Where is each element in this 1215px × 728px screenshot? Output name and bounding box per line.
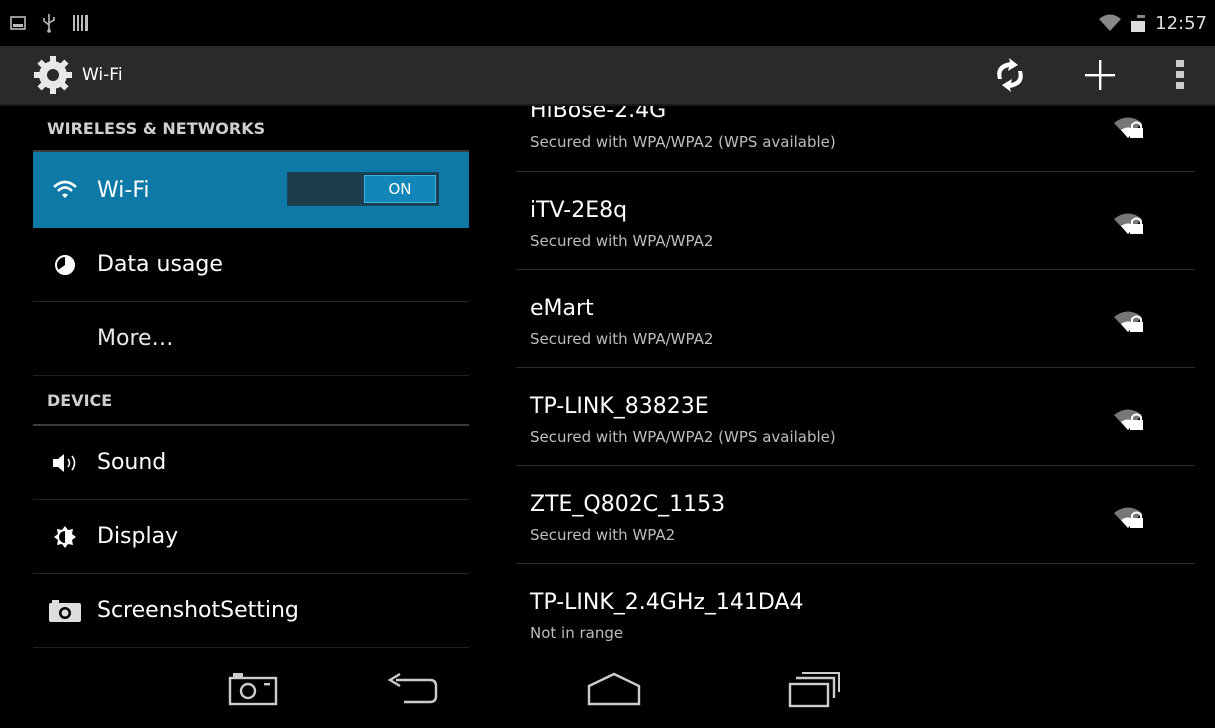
network-item[interactable]: ZTE_Q802C_1153 Secured with WPA2 — [516, 466, 1195, 564]
barcode-icon — [73, 15, 88, 31]
add-icon — [1085, 60, 1115, 90]
network-ssid: TP-LINK_83823E — [530, 394, 709, 419]
network-status: Secured with WPA/WPA2 (WPS available) — [530, 428, 836, 446]
sidebar-item-label: Display — [97, 524, 179, 549]
wifi-toggle[interactable]: ON — [287, 172, 439, 206]
network-item[interactable]: eMart Secured with WPA/WPA2 — [516, 270, 1195, 368]
network-ssid: ZTE_Q802C_1153 — [530, 492, 726, 517]
wifi-lock-icon — [1114, 213, 1143, 234]
battery-icon — [1131, 15, 1146, 32]
network-item[interactable]: HiBose-2.4G Secured with WPA/WPA2 (WPS a… — [516, 106, 1195, 172]
wps-button[interactable] — [965, 45, 1055, 105]
sidebar-item-label: More… — [97, 326, 174, 351]
back-icon — [387, 672, 438, 704]
settings-gear-icon[interactable] — [30, 52, 76, 98]
clock: 12:57 — [1155, 12, 1207, 34]
screenshot-notification-icon — [10, 16, 26, 30]
network-status: Secured with WPA/WPA2 (WPS available) — [530, 133, 836, 151]
status-bar: 12:57 — [0, 0, 1215, 46]
wifi-lock-icon — [1114, 117, 1143, 138]
sidebar-item-sound[interactable]: Sound — [33, 426, 469, 500]
wifi-network-list: HiBose-2.4G Secured with WPA/WPA2 (WPS a… — [516, 106, 1195, 654]
network-ssid: HiBose-2.4G — [530, 106, 667, 123]
wifi-lock-icon — [1114, 409, 1143, 430]
page-title: Wi-Fi — [82, 65, 123, 85]
overflow-menu-button[interactable] — [1145, 45, 1215, 105]
brightness-icon — [54, 525, 76, 548]
section-header-wireless: WIRELESS & NETWORKS — [33, 106, 469, 152]
network-item[interactable]: TP-LINK_2.4GHz_141DA4 Not in range — [516, 564, 1195, 654]
network-status: Not in range — [530, 624, 624, 642]
network-status: Secured with WPA2 — [530, 526, 676, 544]
home-button[interactable] — [585, 672, 643, 710]
wifi-signal-icon — [1099, 14, 1122, 31]
action-bar: Wi-Fi — [0, 46, 1215, 106]
network-ssid: TP-LINK_2.4GHz_141DA4 — [530, 590, 804, 615]
sidebar-item-more[interactable]: More… — [33, 302, 469, 376]
sidebar-item-label: ScreenshotSetting — [97, 598, 299, 623]
speaker-icon — [53, 453, 76, 472]
wps-icon — [997, 58, 1023, 92]
network-item[interactable]: iTV-2E8q Secured with WPA/WPA2 — [516, 172, 1195, 270]
sidebar-item-label: Wi-Fi — [97, 177, 150, 203]
wifi-lock-icon — [1114, 507, 1143, 528]
home-icon — [587, 672, 641, 706]
navigation-bar — [0, 654, 1215, 728]
back-button[interactable] — [386, 672, 438, 710]
sidebar-item-data-usage[interactable]: Data usage — [33, 228, 469, 302]
screenshot-nav-button[interactable] — [228, 672, 278, 710]
settings-headers-list: WIRELESS & NETWORKS Wi-Fi ON Data usage … — [33, 106, 469, 654]
network-item[interactable]: TP-LINK_83823E Secured with WPA/WPA2 (WP… — [516, 368, 1195, 466]
recent-apps-icon — [788, 672, 840, 708]
sidebar-item-label: Data usage — [97, 252, 223, 277]
section-header-device: DEVICE — [33, 376, 469, 426]
wifi-lock-icon — [1114, 311, 1143, 332]
toggle-thumb: ON — [364, 175, 436, 203]
network-status: Secured with WPA/WPA2 — [530, 232, 714, 250]
add-network-button[interactable] — [1055, 45, 1145, 105]
network-status: Secured with WPA/WPA2 — [530, 330, 714, 348]
overflow-menu-icon — [1176, 60, 1184, 89]
data-usage-icon — [55, 254, 75, 275]
sidebar-item-display[interactable]: Display — [33, 500, 469, 574]
wifi-icon — [53, 180, 77, 198]
screenshot-icon — [228, 673, 278, 706]
network-ssid: iTV-2E8q — [530, 198, 628, 223]
sidebar-item-label: Sound — [97, 450, 167, 475]
sidebar-item-wifi[interactable]: Wi-Fi ON — [33, 152, 469, 228]
network-ssid: eMart — [530, 296, 594, 321]
camera-icon — [49, 599, 81, 622]
recent-apps-button[interactable] — [788, 672, 840, 712]
usb-icon — [43, 14, 55, 33]
sidebar-item-screenshot-setting[interactable]: ScreenshotSetting — [33, 574, 469, 648]
